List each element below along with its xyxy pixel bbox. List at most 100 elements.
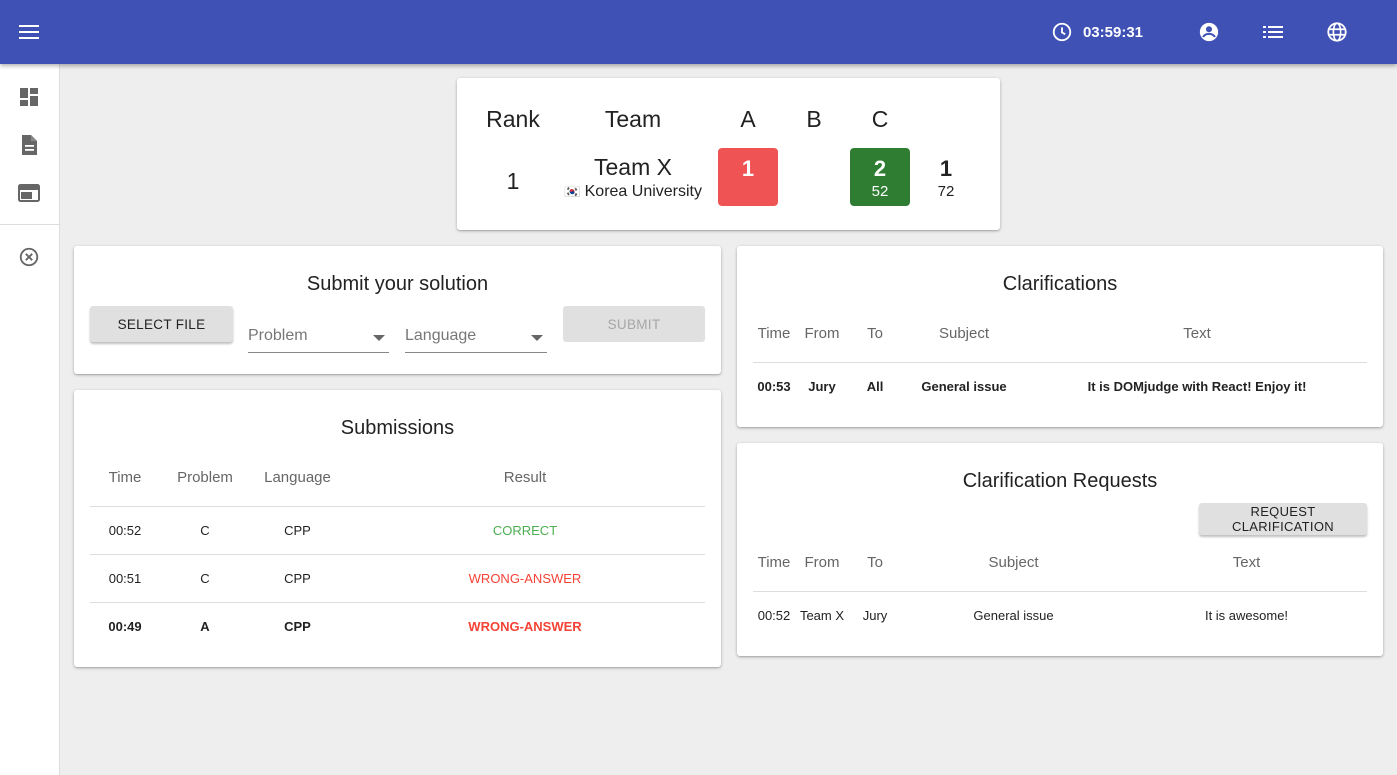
request-subject: General issue [973, 607, 1054, 623]
request-time: 00:52 [757, 607, 791, 623]
column-header: Text [1126, 535, 1367, 592]
submit-button[interactable]: SUBMIT [563, 306, 705, 342]
dashboard-icon [20, 88, 38, 106]
column-header: Subject [901, 306, 1027, 363]
submission-result: WRONG-ANSWER [345, 554, 705, 603]
submission-time: 00:51 [90, 554, 160, 603]
submission-problem: A [200, 618, 210, 634]
clarification-to: All [866, 378, 884, 394]
column-header: Subject [901, 535, 1126, 592]
submission-language: CPP [250, 554, 345, 603]
table-row[interactable]: 00:49 A CPP WRONG-ANSWER [90, 602, 705, 650]
column-header: Time [753, 535, 795, 592]
submission-problem: C [160, 554, 250, 603]
request-from: Team X [799, 607, 845, 623]
request-clarification-button[interactable]: REQUEST CLARIFICATION [1199, 503, 1367, 535]
table-row[interactable]: 00:52 Team X Jury General issue It is aw… [753, 591, 1367, 639]
account-circle-icon [1199, 22, 1219, 42]
submission-time: 00:49 [108, 618, 142, 634]
table-row[interactable]: 00:52 C CPP CORRECT [90, 506, 705, 555]
column-header: Time [90, 450, 160, 507]
submit-title: Submit your solution [306, 273, 489, 295]
flag-icon: 🇰🇷 [563, 184, 581, 199]
select-file-button[interactable]: SELECT FILE [90, 306, 233, 342]
clarifications-card: Clarifications Time From To Subject Text… [737, 246, 1383, 427]
problem-select[interactable]: Problem [248, 321, 389, 353]
column-header: From [795, 535, 849, 592]
submission-language: CPP [250, 506, 345, 555]
sidebar [0, 64, 60, 775]
column-header: Result [345, 450, 705, 507]
submission-problem: C [160, 506, 250, 555]
problem-b-header: B [806, 106, 822, 132]
cancel-icon [19, 247, 39, 267]
team-rank: 1 [506, 168, 520, 194]
solved-count: 1 [939, 156, 953, 181]
team-name: Team X [594, 154, 672, 180]
description-icon [22, 135, 37, 155]
problem-a-header: A [740, 106, 756, 132]
submission-result: CORRECT [345, 506, 705, 555]
app-bar: 03:59:31 [0, 0, 1397, 64]
clock-icon [1052, 22, 1072, 42]
problem-c-time: 52 [871, 183, 889, 200]
chevron-down-icon [531, 335, 543, 341]
table-header-row: Time From To Subject Text [753, 306, 1367, 363]
problem-c-cell: 2 52 [850, 148, 910, 206]
sidebar-item-logout[interactable] [16, 244, 42, 270]
sidebar-item-dashboard[interactable] [16, 84, 42, 110]
scoreboard-list-button[interactable] [1253, 12, 1293, 52]
clarifications-title: Clarifications [1002, 273, 1118, 295]
sidebar-divider [0, 224, 59, 225]
request-text: It is awesome! [1204, 607, 1289, 623]
rank-header: Rank [486, 106, 540, 132]
sidebar-item-problems[interactable] [16, 132, 42, 158]
list-icon [1263, 26, 1283, 38]
chevron-down-icon [373, 335, 385, 341]
language-placeholder: Language [405, 327, 477, 344]
team-header: Team [604, 106, 662, 132]
team-affiliation: 🇰🇷 Korea University [553, 183, 713, 201]
submissions-table: Time Problem Language Result 00:52 C CPP… [90, 450, 705, 650]
requests-table: Time From To Subject Text 00:52 Team X J… [753, 535, 1367, 639]
problem-placeholder: Problem [248, 327, 308, 344]
sidebar-item-scoreboard[interactable] [16, 180, 42, 206]
submissions-title: Submissions [340, 417, 455, 439]
clarifications-table: Time From To Subject Text 00:53 Jury All… [753, 306, 1367, 410]
problem-a-tries: 1 [741, 156, 755, 181]
scoreboard-card: Rank Team A B C 1 Team X 🇰🇷 Korea Univer… [457, 78, 1000, 230]
requests-title: Clarification Requests [962, 470, 1158, 492]
web-icon [18, 184, 40, 202]
clarification-time: 00:53 [757, 378, 791, 394]
clarification-subject: General issue [921, 378, 1007, 394]
submission-result: WRONG-ANSWER [468, 618, 582, 634]
problem-a-cell: 1 [718, 148, 778, 206]
submission-language: CPP [284, 618, 311, 634]
language-select[interactable]: Language [405, 321, 547, 353]
globe-icon [1327, 22, 1347, 42]
timer-text: 03:59:31 [1082, 23, 1143, 41]
column-header: To [849, 306, 901, 363]
submit-card: Submit your solution SELECT FILE Problem… [74, 246, 721, 374]
column-header: To [849, 535, 901, 592]
table-row[interactable]: 00:53 Jury All General issue It is DOMju… [753, 362, 1367, 410]
table-header-row: Time From To Subject Text [753, 535, 1367, 592]
clarification-from: Jury [808, 378, 836, 394]
column-header: Language [250, 450, 345, 507]
account-button[interactable] [1189, 12, 1229, 52]
menu-button[interactable] [14, 17, 44, 47]
affiliation-name: Korea University [584, 183, 702, 200]
column-header: Text [1027, 306, 1367, 363]
contest-timer: 03:59:31 [1051, 21, 1143, 43]
request-to: Jury [862, 607, 888, 623]
table-header-row: Time Problem Language Result [90, 450, 705, 507]
language-button[interactable] [1317, 12, 1357, 52]
submissions-card: Submissions Time Problem Language Result… [74, 390, 721, 667]
problem-c-tries: 2 [873, 156, 887, 181]
column-header: Time [753, 306, 795, 363]
submission-time: 00:52 [90, 506, 160, 555]
column-header: Problem [160, 450, 250, 507]
table-row[interactable]: 00:51 C CPP WRONG-ANSWER [90, 554, 705, 603]
problem-c-header: C [871, 106, 889, 132]
penalty-time: 72 [937, 183, 955, 200]
